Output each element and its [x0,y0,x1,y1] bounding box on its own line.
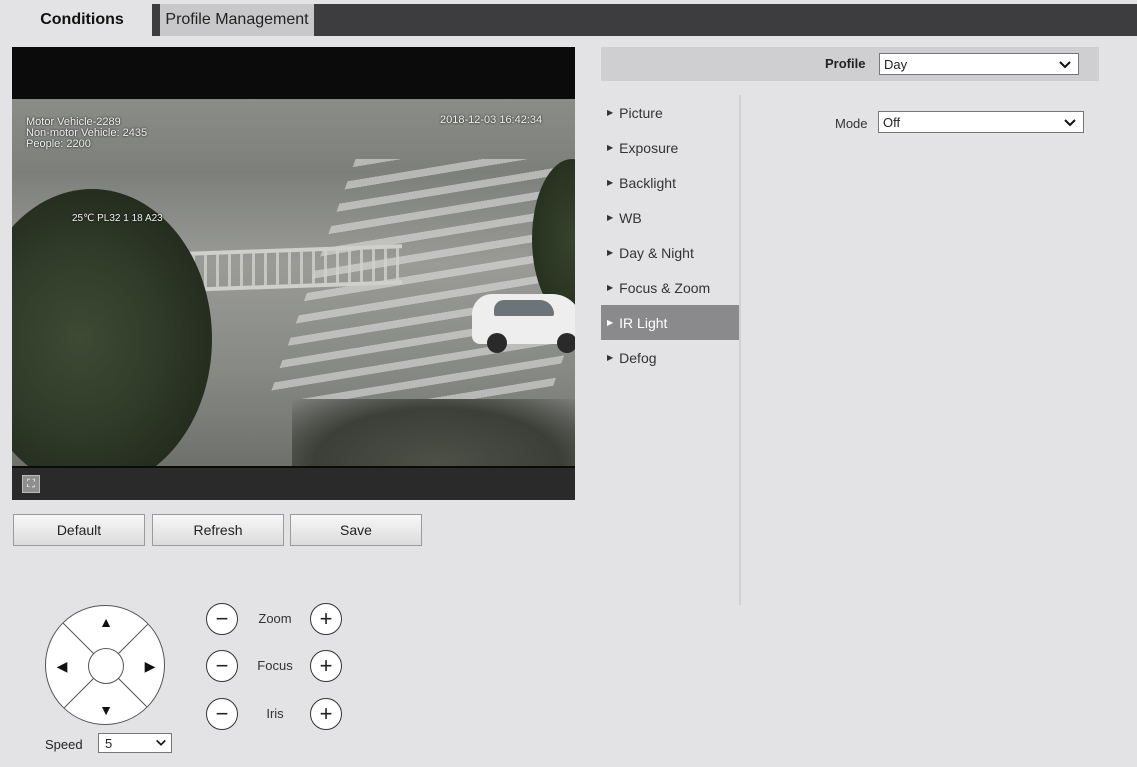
ptz-direction-pad: ▲ ▼ ◀ ▶ [45,605,165,725]
menu-item-exposure[interactable]: ▶ Exposure [601,130,739,165]
triangle-right-icon: ▶ [607,248,614,257]
menu-item-label: Exposure [619,139,679,156]
triangle-right-icon: ▶ [607,353,614,362]
speed-select[interactable]: 5 [98,733,172,753]
menu-item-label: WB [619,209,642,226]
focus-label: Focus [257,658,293,673]
menu-item-ir-light[interactable]: ▶ IR Light [601,305,739,340]
profile-label: Profile [825,56,866,71]
menu-item-focus-zoom[interactable]: ▶ Focus & Zoom [601,270,739,305]
camera-scene [12,99,575,466]
osd-timestamp: 2018-12-03 16:42:34 [440,114,543,126]
bushes [292,399,575,466]
tree-left [12,189,212,466]
panel-divider [739,95,741,605]
menu-item-label: Day & Night [619,244,694,261]
menu-item-defog[interactable]: ▶ Defog [601,340,739,375]
triangle-right-icon: ▶ [607,143,614,152]
ptz-right-icon[interactable]: ▶ [140,656,160,676]
menu-item-backlight[interactable]: ▶ Backlight [601,165,739,200]
profile-bar: Profile Day [601,47,1099,81]
focus-control: − Focus + [206,648,346,684]
focus-plus-button[interactable]: + [310,650,342,682]
iris-minus-button[interactable]: − [206,698,238,730]
zoom-control: − Zoom + [206,601,346,637]
video-toolbar: ⛶ [12,468,575,500]
ptz-down-icon[interactable]: ▼ [96,700,116,720]
menu-item-label: Defog [619,349,657,366]
ptz-left-icon[interactable]: ◀ [52,656,72,676]
zoom-minus-button[interactable]: − [206,603,238,635]
chevron-down-icon [1064,119,1076,127]
triangle-right-icon: ▶ [607,318,614,327]
zoom-plus-button[interactable]: + [310,603,342,635]
speed-label: Speed [45,737,83,752]
menu-item-label: Backlight [619,174,676,191]
iris-control: − Iris + [206,696,346,732]
settings-menu: ▶ Picture ▶ Exposure ▶ Backlight ▶ WB ▶ … [601,95,739,375]
chevron-down-icon [1059,61,1071,69]
menu-item-wb[interactable]: ▶ WB [601,200,739,235]
chevron-down-icon [155,737,167,752]
triangle-right-icon: ▶ [607,108,614,117]
focus-minus-button[interactable]: − [206,650,238,682]
fullscreen-icon[interactable]: ⛶ [22,475,40,493]
triangle-right-icon: ▶ [607,283,614,292]
mode-select[interactable]: Off [878,111,1084,133]
menu-item-picture[interactable]: ▶ Picture [601,95,739,130]
default-button[interactable]: Default [13,514,145,546]
triangle-right-icon: ▶ [607,178,614,187]
ptz-center-button[interactable] [88,648,124,684]
ptz-up-icon[interactable]: ▲ [96,612,116,632]
video-preview: Motor Vehicle-2289 Non-motor Vehicle: 24… [12,47,575,500]
tab-profile-management[interactable]: Profile Management [156,4,314,36]
menu-item-label: Picture [619,104,663,121]
save-button[interactable]: Save [290,514,422,546]
profile-select[interactable]: Day [879,53,1079,75]
menu-item-label: IR Light [619,314,668,331]
profile-value: Day [884,56,908,72]
osd-people: People: 2200 [26,138,91,150]
refresh-button[interactable]: Refresh [152,514,284,546]
osd-counters: Motor Vehicle-2289 Non-motor Vehicle: 24… [26,117,147,150]
iris-plus-button[interactable]: + [310,698,342,730]
menu-item-label: Focus & Zoom [619,279,711,296]
car-wheel [557,333,575,353]
triangle-right-icon: ▶ [607,213,614,222]
menu-item-day-night[interactable]: ▶ Day & Night [601,235,739,270]
osd-label: 25℃ PL32 1 18 A23 [72,213,163,224]
mode-label: Mode [835,116,868,131]
tab-bar: Conditions Profile Management [12,4,1137,36]
mode-value: Off [883,114,901,130]
car-wheel [487,333,507,353]
speed-value: 5 [105,735,113,751]
iris-label: Iris [266,706,284,721]
zoom-label: Zoom [258,611,292,626]
tab-conditions[interactable]: Conditions [12,4,152,36]
